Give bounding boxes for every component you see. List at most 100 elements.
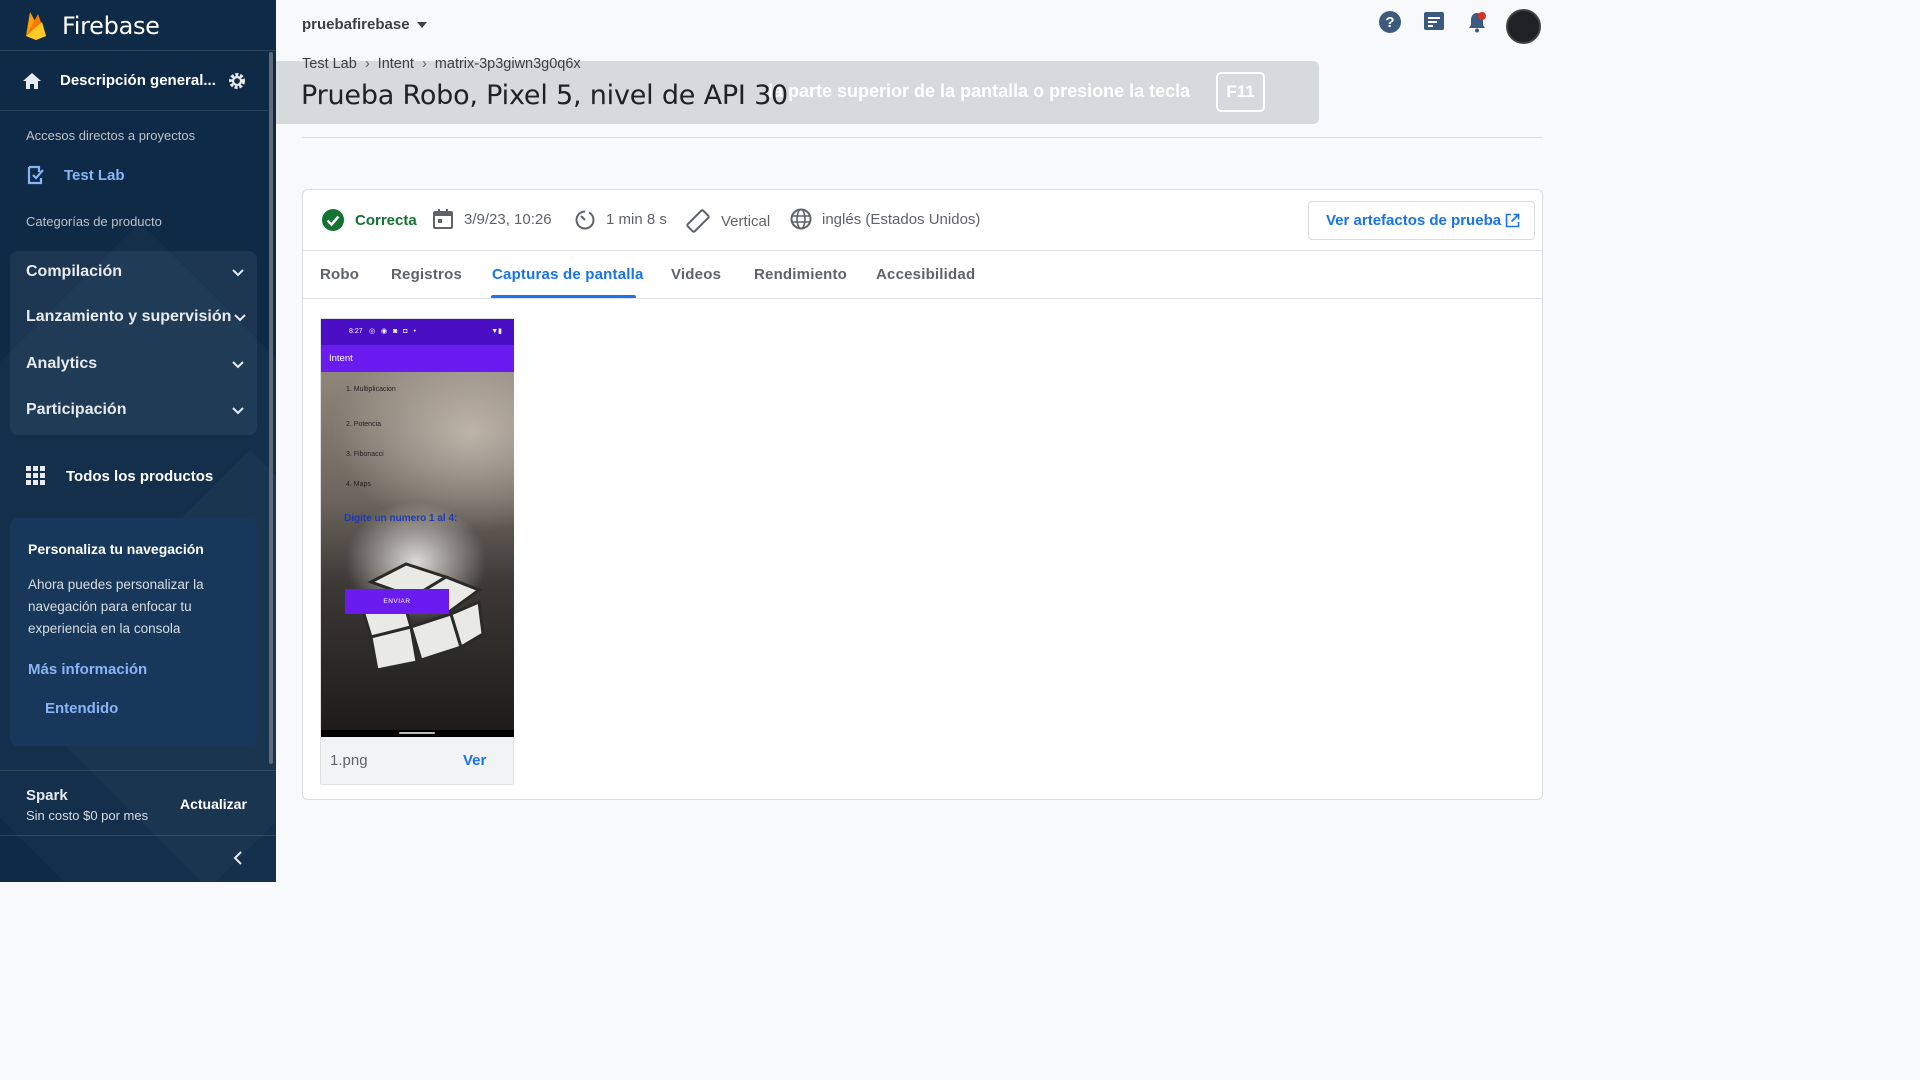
card-body: Ahora puedes personalizar la navegación …	[28, 577, 204, 636]
phone-time: 8:27	[349, 328, 363, 335]
screenshot-card[interactable]: 8:27 ◎ ◉ ◙ ◘ • ▼▮ Intent 1. Multiplicaci…	[320, 318, 514, 785]
globe-icon	[790, 208, 812, 230]
breadcrumb-item[interactable]: matrix-3p3giwn3g0q6x	[435, 56, 581, 72]
tab-rendimiento[interactable]: Rendimiento	[754, 266, 847, 283]
view-artifacts-button[interactable]: Ver artefactos de prueba	[1308, 201, 1535, 240]
all-products-link[interactable]: Todos los productos	[26, 466, 213, 491]
status-icons: ◎ ◉ ◙ ◘ •	[369, 328, 418, 335]
test-date: 3/9/23, 10:26	[432, 208, 552, 230]
date-text: 3/9/23, 10:26	[464, 210, 552, 228]
help-icon[interactable]: ?	[1378, 10, 1402, 34]
duration-text: 1 min 8 s	[606, 210, 667, 228]
chevron-down-icon	[234, 314, 246, 322]
breadcrumb-item[interactable]: Intent	[378, 56, 414, 72]
phone-app-bar: Intent	[321, 345, 514, 372]
test-orientation: Vertical	[685, 208, 770, 234]
phone-send-button: ENVIAR	[345, 589, 449, 614]
screenshot-filename: 1.png	[330, 752, 368, 769]
project-overview-label: Descripción general...	[60, 72, 216, 89]
status-text: Correcta	[355, 211, 417, 229]
phone-list-item: 1. Multiplicacion	[346, 386, 396, 393]
sidebar-item-label: Test Lab	[64, 167, 125, 184]
locale-text: inglés (Estados Unidos)	[822, 210, 981, 228]
divider	[302, 137, 1542, 138]
timer-icon	[575, 210, 595, 230]
plan-name: Spark	[26, 787, 68, 804]
view-screenshot-link[interactable]: Ver	[463, 752, 486, 769]
sidebar-category-lanzamiento[interactable]: Lanzamiento y supervisión	[10, 296, 257, 340]
page-title: Prueba Robo, Pixel 5, nivel de API 30	[301, 80, 789, 111]
category-label: Participación	[26, 401, 127, 418]
test-locale: inglés (Estados Unidos)	[790, 208, 980, 230]
brand-name: Firebase	[62, 12, 160, 40]
sidebar-scrollbar[interactable]	[269, 52, 273, 764]
learn-more-link[interactable]: Más información	[28, 661, 147, 678]
fullscreen-key: F11	[1216, 72, 1265, 112]
phone-app-title: Intent	[329, 353, 353, 364]
tab-capturas[interactable]: Capturas de pantalla	[492, 266, 644, 283]
avatar[interactable]	[1506, 9, 1541, 44]
home-indicator	[399, 732, 435, 734]
category-label: Lanzamiento y supervisión	[26, 308, 232, 325]
tab-robo[interactable]: Robo	[320, 266, 359, 283]
screen-rotation-icon	[686, 209, 710, 233]
open-in-new-icon	[1505, 213, 1520, 228]
sidebar-category-analytics[interactable]: Analytics	[10, 343, 257, 387]
screenshot-thumbnail[interactable]: 8:27 ◎ ◉ ◙ ◘ • ▼▮ Intent 1. Multiplicaci…	[321, 319, 514, 737]
chevron-down-icon	[232, 361, 244, 369]
shortcuts-heading: Accesos directos a proyectos	[26, 128, 196, 143]
calendar-icon	[433, 209, 453, 229]
phone-list-item: 4. Maps	[346, 481, 371, 488]
chevron-right-icon: ›	[364, 56, 370, 72]
chevron-left-icon	[233, 851, 242, 865]
dismiss-button[interactable]: Entendido	[45, 700, 118, 717]
result-tabs: Robo Registros Capturas de pantalla Vide…	[303, 252, 1542, 299]
breadcrumb: Test Lab › Intent › matrix-3p3giwn3g0q6x	[302, 56, 581, 72]
chevron-down-icon	[232, 269, 244, 277]
result-summary: Correcta 3/9/23, 10:26 1 min 8 s Vertica…	[303, 190, 1542, 251]
sidebar-category-participacion[interactable]: Participación	[10, 389, 257, 433]
project-name: pruebafirebase	[302, 16, 410, 33]
feedback-icon[interactable]	[1422, 10, 1446, 34]
tab-videos[interactable]: Videos	[671, 266, 721, 283]
phone-background-image: 1. Multiplicacion 2. Potencia 3. Fibonac…	[321, 372, 514, 730]
check-circle-icon	[322, 209, 344, 231]
battery-icon: ▼▮	[491, 328, 502, 335]
phone-prompt: Digite un numero 1 al 4:	[344, 513, 458, 524]
category-label: Analytics	[26, 355, 98, 372]
categories-heading: Categorías de producto	[26, 214, 162, 229]
test-lab-icon	[27, 165, 44, 185]
svg-text:?: ?	[1385, 14, 1394, 31]
active-tab-indicator	[491, 295, 636, 298]
home-icon	[23, 73, 41, 89]
project-overview[interactable]: Descripción general...	[0, 52, 268, 111]
test-result-panel: Correcta 3/9/23, 10:26 1 min 8 s Vertica…	[302, 189, 1543, 800]
breadcrumb-item[interactable]: Test Lab	[302, 56, 357, 72]
phone-list-item: 3. Fibonacci	[346, 451, 384, 458]
artifacts-label: Ver artefactos de prueba	[1326, 212, 1502, 229]
phone-list-item: 2. Potencia	[346, 421, 382, 428]
plan-price: Sin costo $0 por mes	[26, 808, 149, 823]
customize-nav-card: Personaliza tu navegación Ahora puedes p…	[10, 518, 257, 746]
fullscreen-hint-text: la parte superior de la pantalla o presi…	[768, 81, 1191, 101]
tab-accesibilidad[interactable]: Accesibilidad	[876, 266, 975, 283]
collapse-sidebar-button[interactable]	[0, 835, 276, 882]
chevron-right-icon: ›	[421, 56, 427, 72]
sidebar-item-test-lab[interactable]: Test Lab	[26, 164, 125, 186]
gear-icon[interactable]	[227, 71, 247, 91]
notifications-icon[interactable]	[1465, 10, 1489, 34]
category-label: Compilación	[26, 263, 123, 280]
caret-down-icon	[416, 21, 427, 28]
phone-status-bar: 8:27 ◎ ◉ ◙ ◘ • ▼▮	[321, 319, 514, 345]
sidebar: Firebase Descripción general... Accesos …	[0, 0, 276, 882]
project-selector[interactable]: pruebafirebase	[302, 16, 428, 33]
orientation-text: Vertical	[721, 212, 771, 230]
sidebar-category-compilacion[interactable]: Compilación	[10, 251, 257, 295]
test-duration: 1 min 8 s	[574, 208, 667, 230]
chevron-down-icon	[232, 407, 244, 415]
brand[interactable]: Firebase	[0, 0, 276, 51]
phone-nav-bar	[321, 730, 514, 737]
tab-registros[interactable]: Registros	[391, 266, 462, 283]
status-badge: Correcta	[321, 208, 417, 232]
upgrade-button[interactable]: Actualizar	[180, 796, 247, 812]
